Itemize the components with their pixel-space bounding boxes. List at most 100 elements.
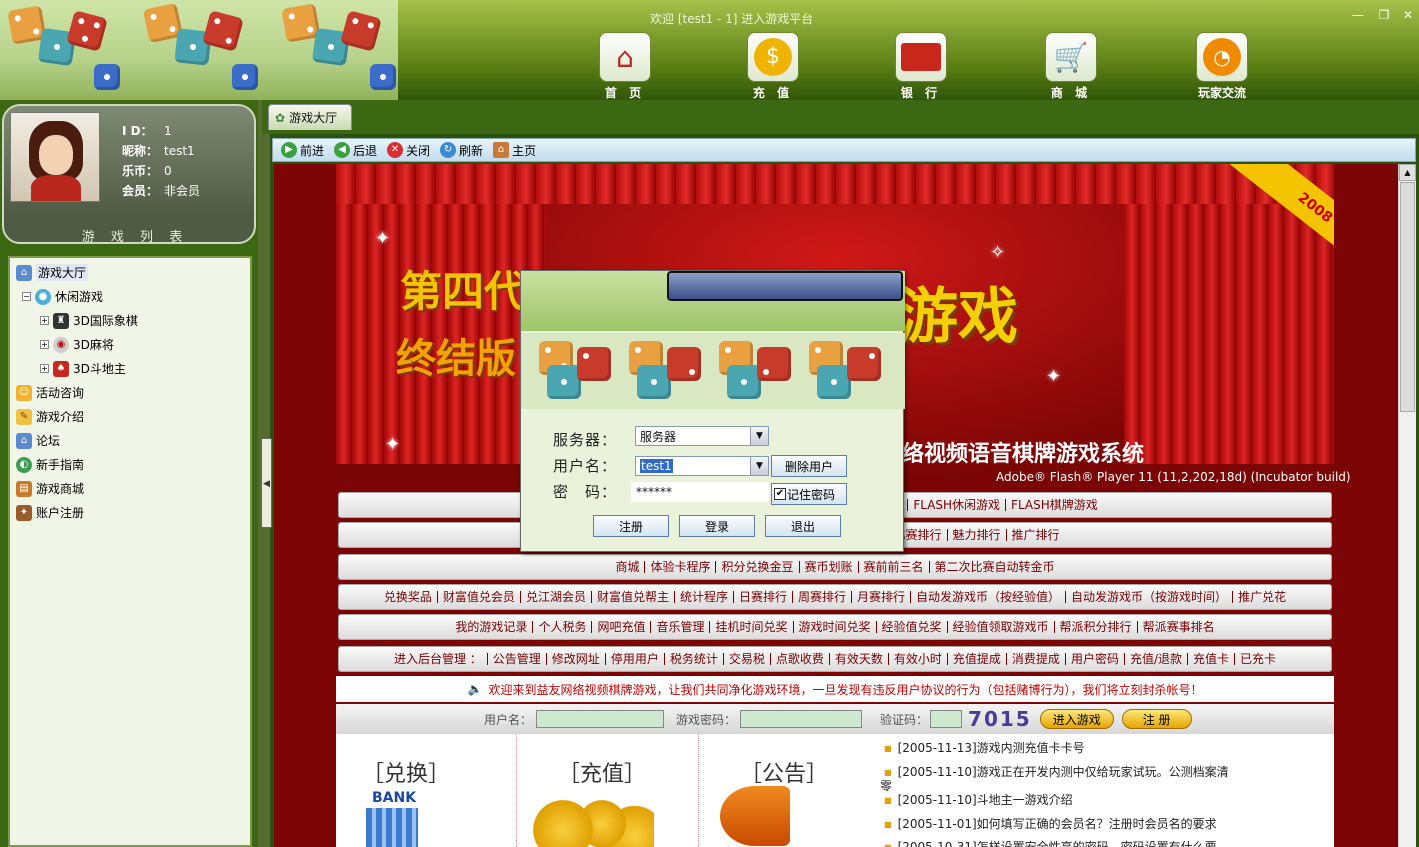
tree-item-landlord[interactable]: + ♠ 3D斗地主 <box>40 360 126 377</box>
news-item[interactable]: [2005-11-10]游戏正在开发内测中仅给玩家试玩。公测档案清 <box>884 763 1229 780</box>
news-item[interactable]: [2005-10-31]怎样设置安全性高的密码，密码设置有什么要 <box>884 838 1217 847</box>
nav-link[interactable]: 推广兑花 <box>1233 591 1291 603</box>
tab-game-hall[interactable]: ✿ 游戏大厅 <box>268 104 352 130</box>
tree-item-mahjong[interactable]: + ◉ 3D麻将 <box>40 336 114 353</box>
back-button[interactable]: ◀ 后退 <box>334 142 377 159</box>
nav-link[interactable]: 进入后台管理 ： <box>389 653 488 665</box>
nav-link[interactable]: 周赛排行 <box>793 591 853 603</box>
delete-user-button[interactable]: 删除用户 <box>771 455 847 477</box>
nav-link[interactable]: 公告管理 <box>488 653 547 665</box>
news-item[interactable]: [2005-11-13]游戏内测充值卡卡号 <box>884 739 1085 756</box>
dialog-login-button[interactable]: 登录 <box>679 515 755 537</box>
web-username-input[interactable] <box>536 710 665 728</box>
nav-link[interactable]: 财富值兑帮主 <box>592 591 675 603</box>
tree-item-guide[interactable]: ◐ 新手指南 <box>16 456 84 473</box>
nav-home[interactable]: ⌂ 首 页 <box>590 32 660 101</box>
splitter-toggle[interactable]: ◀ <box>261 438 272 528</box>
nav-link[interactable]: FLASH休闲游戏 <box>908 499 1007 511</box>
password-field[interactable]: ****** <box>631 482 769 502</box>
nav-link[interactable]: 自动发游戏币（按经验值） <box>911 591 1067 603</box>
nav-link[interactable]: 有效天数 <box>830 653 889 665</box>
news-item[interactable]: [2005-11-10]斗地主一游戏介绍 <box>884 791 1073 808</box>
nav-link[interactable]: 第二次比赛自动转金币 <box>930 561 1060 573</box>
nav-link[interactable]: 兑江湖会员 <box>521 591 592 603</box>
tree-item-mall[interactable]: ▤ 游戏商城 <box>16 480 84 497</box>
tree-item-register[interactable]: ✦ 账户注册 <box>16 504 84 521</box>
dialog-exit-button[interactable]: 退出 <box>765 515 841 537</box>
nav-link[interactable]: 点歌收费 <box>771 653 830 665</box>
dialog-register-button[interactable]: 注册 <box>593 515 669 537</box>
nav-link[interactable]: 帮派积分排行 <box>1055 621 1138 633</box>
web-password-input[interactable] <box>740 710 863 728</box>
tree-item-forum[interactable]: ⌂ 论坛 <box>16 432 60 449</box>
vertical-scrollbar[interactable]: ▲ <box>1398 164 1416 847</box>
nav-link[interactable]: 停用用户 <box>606 653 665 665</box>
remember-password-checkbox[interactable]: ✔ 记住密码 <box>771 483 847 505</box>
expand-icon[interactable]: + <box>40 340 49 349</box>
captcha-input[interactable] <box>930 710 963 728</box>
nav-link[interactable]: 财富值兑会员 <box>438 591 521 603</box>
nav-link[interactable]: FLASH棋牌游戏 <box>1006 499 1103 511</box>
username-select[interactable]: test1 ▼ <box>635 456 769 476</box>
nav-link[interactable]: 兑换奖品 <box>379 591 438 603</box>
news-item[interactable]: [2005-11-01]如何填写正确的会员名？注册时会员名的要求 <box>884 815 1217 832</box>
nav-link[interactable]: 推广排行 <box>1007 529 1065 541</box>
close-page-button[interactable]: ✕ 关闭 <box>387 142 430 159</box>
nav-link[interactable]: 帮派赛事排名 <box>1138 621 1220 633</box>
tree-item-hall[interactable]: ⌂ 游戏大厅 <box>16 264 89 281</box>
nav-link[interactable]: 体验卡程序 <box>645 561 717 573</box>
nav-link[interactable]: 修改网址 <box>547 653 606 665</box>
nav-link[interactable]: 经验值兑奖 <box>877 621 948 633</box>
nav-link[interactable]: 赛前前三名 <box>859 561 930 573</box>
nav-link[interactable]: 商城 <box>610 561 646 573</box>
tree-item-intro[interactable]: ✎ 游戏介绍 <box>16 408 84 425</box>
scroll-thumb[interactable] <box>1400 182 1415 412</box>
minimize-button[interactable]: — <box>1350 8 1366 22</box>
nav-link[interactable]: 挂机时间兑奖 <box>710 621 794 633</box>
nav-link[interactable]: 充值/退款 <box>1125 653 1188 665</box>
tree-item-chess-label: 3D国际象棋 <box>73 314 138 328</box>
nav-link[interactable]: 魅力排行 <box>948 529 1007 541</box>
nav-link[interactable]: 我的游戏记录 <box>450 621 534 633</box>
refresh-button[interactable]: ↻ 刷新 <box>440 142 483 159</box>
nav-link[interactable]: 充值提成 <box>948 653 1007 665</box>
nav-link[interactable]: 音乐管理 <box>651 621 711 633</box>
nav-link[interactable]: 日赛排行 <box>734 591 793 603</box>
nav-link[interactable]: 自动发游戏币（按游戏时间） <box>1066 591 1234 603</box>
nav-link[interactable]: 用户密码 <box>1066 653 1125 665</box>
scroll-up-arrow[interactable]: ▲ <box>1399 164 1416 181</box>
nav-link[interactable]: 统计程序 <box>675 591 734 603</box>
close-window-button[interactable]: ✕ <box>1400 8 1416 22</box>
tree-item-chess[interactable]: + ♜ 3D国际象棋 <box>40 312 138 329</box>
enter-game-button[interactable]: 进入游戏 <box>1039 709 1114 729</box>
tree-item-casual[interactable]: − ● 休闲游戏 <box>22 288 103 305</box>
expand-icon[interactable]: + <box>40 316 49 325</box>
nav-link[interactable]: 有效小时 <box>889 653 948 665</box>
server-select[interactable]: 服务器 ▼ <box>635 426 769 446</box>
avatar <box>10 112 100 202</box>
tree-item-activity[interactable]: ☺ 活动咨询 <box>16 384 84 401</box>
nav-link[interactable]: 游戏时间兑奖 <box>794 621 877 633</box>
nav-bank[interactable]: 银 行 <box>886 32 956 101</box>
collapse-icon[interactable]: − <box>22 292 31 301</box>
nav-link[interactable]: 消费提成 <box>1007 653 1066 665</box>
nav-link[interactable]: 交易税 <box>724 653 771 665</box>
nav-community[interactable]: ◔ 玩家交流 <box>1184 32 1260 101</box>
home-button[interactable]: ⌂ 主页 <box>493 142 536 159</box>
nav-link[interactable]: 积分兑换金豆 <box>716 561 800 573</box>
web-register-button[interactable]: 注 册 <box>1121 709 1192 729</box>
nav-link[interactable]: 已充卡 <box>1235 653 1281 665</box>
nav-link[interactable]: 经验值领取游戏币 <box>948 621 1055 633</box>
forward-button[interactable]: ▶ 前进 <box>281 142 324 159</box>
nav-link[interactable]: 赛币划账 <box>800 561 859 573</box>
nav-link[interactable]: 税务统计 <box>665 653 724 665</box>
nav-recharge[interactable]: $ 充 值 <box>738 32 808 101</box>
nav-mall[interactable]: 🛒 商 城 <box>1036 32 1106 101</box>
nav-link[interactable]: 月赛排行 <box>852 591 912 603</box>
tree-item-casual-label: 休闲游戏 <box>55 290 104 304</box>
nav-link[interactable]: 网吧充值 <box>592 621 652 633</box>
nav-link[interactable]: 个人税务 <box>533 621 593 633</box>
nav-link[interactable]: 充值卡 <box>1188 653 1236 665</box>
restore-button[interactable]: ❐ <box>1376 8 1392 22</box>
expand-icon[interactable]: + <box>40 364 49 373</box>
